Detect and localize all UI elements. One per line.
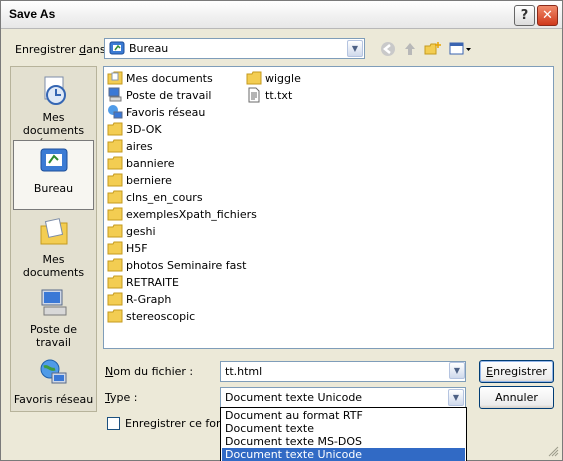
place-my-documents[interactable]: Mes documents	[13, 217, 94, 279]
save-button[interactable]: Enregistrer	[479, 360, 554, 383]
places-bar: Mes documents récents Bureau Mes documen…	[10, 66, 97, 412]
new-folder-icon	[424, 41, 441, 54]
file-list[interactable]: Mes documents Poste de travail Favoris r…	[103, 66, 554, 349]
list-item[interactable]: R-Graph	[107, 291, 171, 307]
folder-icon	[107, 173, 123, 187]
save-format-checkbox[interactable]	[107, 417, 120, 430]
filetype-options-list[interactable]: Document au format RTF Document texte Do…	[220, 407, 467, 461]
list-item[interactable]: wiggle	[246, 70, 301, 86]
folder-icon	[246, 71, 262, 85]
folder-icon	[107, 258, 123, 272]
option-text[interactable]: Document texte	[222, 422, 465, 435]
filetype-label: Type :	[105, 391, 138, 404]
folder-icon	[107, 139, 123, 153]
chevron-down-icon[interactable]: ▼	[347, 40, 363, 57]
list-item[interactable]: H5F	[107, 240, 148, 256]
list-item[interactable]: 3D-OK	[107, 121, 162, 137]
folder-icon	[107, 207, 123, 221]
help-button[interactable]: ?	[514, 5, 535, 26]
option-rtf[interactable]: Document au format RTF	[222, 409, 465, 422]
my-computer-icon	[108, 87, 122, 102]
folder-icon	[107, 190, 123, 204]
lookin-dropdown[interactable]: Bureau ▼	[104, 38, 365, 59]
my-computer-icon	[41, 289, 66, 316]
list-item[interactable]: clns_en_cours	[107, 189, 203, 205]
option-msdos-text[interactable]: Document texte MS-DOS	[222, 435, 465, 448]
filetype-value: Document texte Unicode	[225, 391, 363, 404]
folder-icon	[107, 275, 123, 289]
list-item[interactable]: tt.txt	[246, 87, 292, 103]
list-item[interactable]: RETRAITE	[107, 274, 179, 290]
list-item[interactable]: geshi	[107, 223, 156, 239]
chevron-down-icon[interactable]: ▼	[448, 389, 464, 406]
back-arrow-icon	[381, 41, 395, 56]
place-my-computer[interactable]: Poste de travail	[13, 287, 94, 349]
place-label: Mes documents	[22, 253, 85, 279]
desktop-icon	[109, 41, 125, 55]
new-folder-button[interactable]	[422, 38, 444, 59]
place-desktop[interactable]: Bureau	[13, 140, 94, 210]
list-item[interactable]: Mes documents	[107, 70, 213, 86]
network-places-icon	[108, 105, 123, 119]
back-button[interactable]	[377, 38, 399, 59]
place-label: Poste de travail	[29, 323, 78, 349]
place-network-places[interactable]: Favoris réseau	[13, 357, 94, 406]
place-label: Bureau	[33, 182, 74, 195]
filename-label: Nom du fichier :	[105, 365, 194, 378]
network-places-icon	[40, 359, 66, 384]
my-documents-icon	[107, 71, 123, 85]
list-item[interactable]: Poste de travail	[107, 87, 211, 103]
save-as-dialog: Save As ? ✕ Enregistrer dans : Bureau ▼	[0, 0, 563, 461]
list-item[interactable]: aires	[107, 138, 153, 154]
view-menu-icon	[449, 42, 471, 54]
chevron-down-icon[interactable]: ▼	[449, 362, 465, 379]
filename-field[interactable]: tt.html ▼	[220, 361, 466, 382]
list-item[interactable]: photos Seminaire fast	[107, 257, 246, 273]
text-file-icon	[248, 87, 260, 103]
filetype-dropdown[interactable]: Document texte Unicode ▼	[220, 387, 466, 408]
close-button[interactable]: ✕	[537, 5, 558, 26]
folder-icon	[107, 224, 123, 238]
folder-icon	[107, 122, 123, 136]
up-arrow-icon	[405, 42, 415, 55]
place-label: Favoris réseau	[13, 393, 94, 406]
list-item[interactable]: berniere	[107, 172, 172, 188]
cancel-button[interactable]: Annuler	[479, 386, 554, 409]
folder-icon	[107, 292, 123, 306]
window-title: Save As	[9, 7, 56, 21]
option-unicode-text[interactable]: Document texte Unicode	[222, 448, 465, 461]
my-documents-icon	[40, 218, 67, 245]
view-menu-button[interactable]	[447, 38, 475, 59]
desktop-icon	[40, 148, 67, 172]
recent-documents-icon	[44, 76, 66, 105]
filename-history-toggle[interactable]: ▼	[448, 361, 466, 382]
up-folder-button[interactable]	[399, 38, 421, 59]
list-item[interactable]: stereoscopic	[107, 308, 195, 324]
list-item[interactable]: banniere	[107, 155, 175, 171]
lookin-label: Enregistrer dans :	[15, 43, 113, 56]
title-bar: Save As ? ✕	[1, 1, 562, 29]
resize-grip-icon[interactable]	[547, 445, 559, 457]
folder-icon	[107, 241, 123, 255]
list-item[interactable]: Favoris réseau	[107, 104, 205, 120]
folder-icon	[107, 156, 123, 170]
lookin-value: Bureau	[129, 42, 169, 55]
place-recent-documents[interactable]: Mes documents récents	[13, 75, 94, 150]
list-item[interactable]: exemplesXpath_fichiers	[107, 206, 257, 222]
folder-icon	[107, 309, 123, 323]
